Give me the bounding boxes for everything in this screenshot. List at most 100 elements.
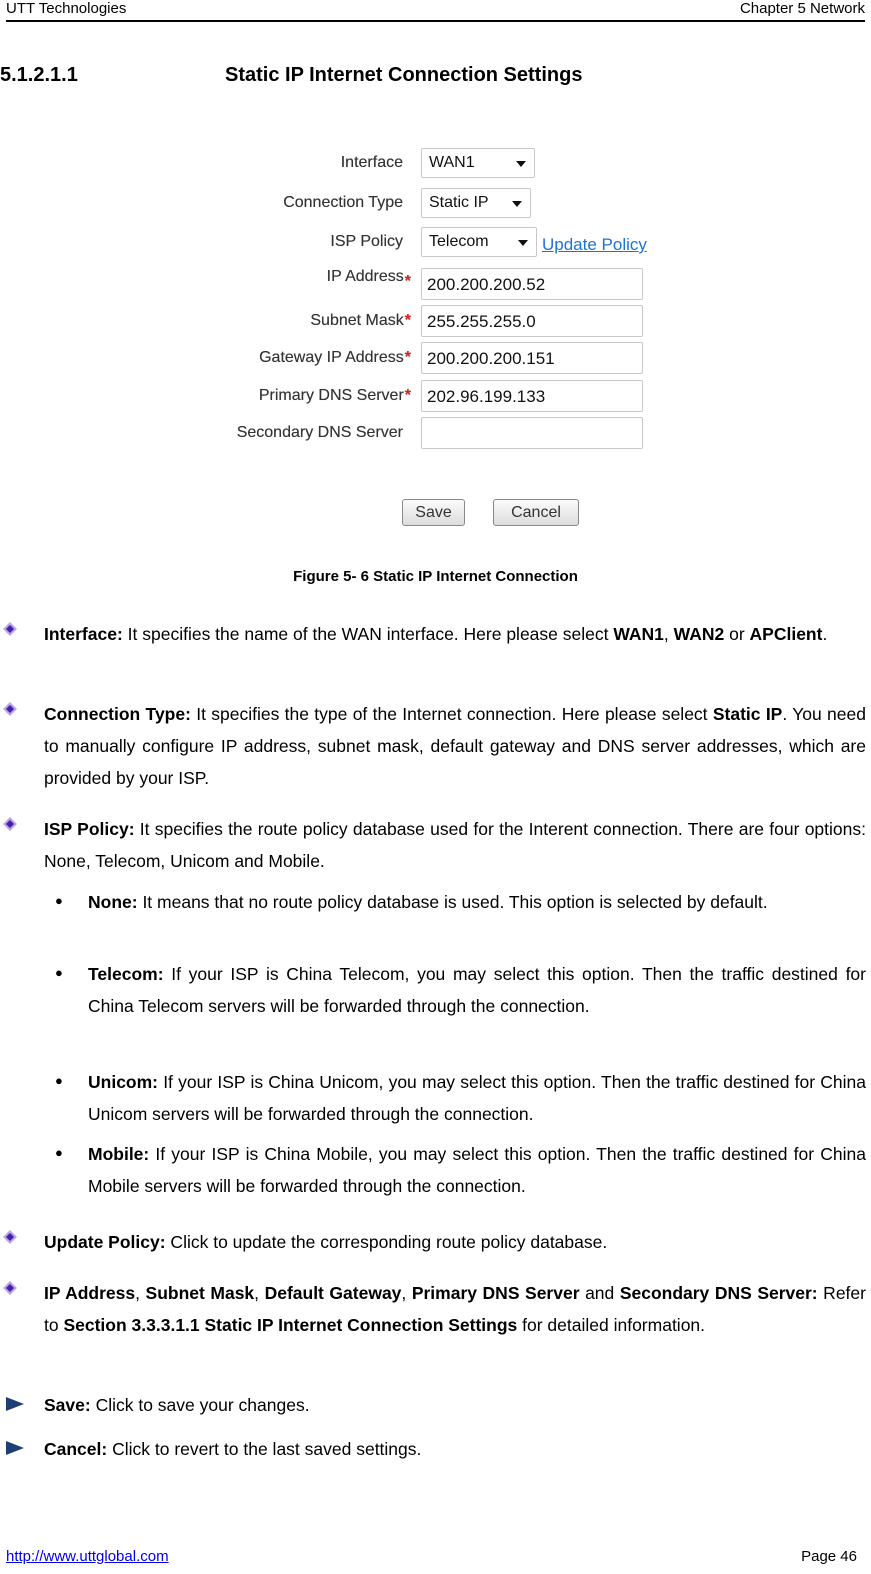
item-ip-fields: IP Address, Subnet Mask, Default Gateway… [44,1277,866,1341]
desc: It specifies the type of the Internet co… [190,704,713,724]
interface-select[interactable]: WAN1 [421,148,535,178]
chevron-down-icon [516,161,526,167]
page-number: Page 46 [801,1548,857,1565]
term: None: [88,892,138,912]
term: Update Policy: [44,1232,166,1252]
subnet-mask-input[interactable]: 255.255.255.0 [421,305,643,337]
bullet-dot: ● [55,893,63,908]
chevron-down-icon [512,201,522,207]
desc: It specifies the name of the WAN interfa… [122,624,614,644]
figure-caption: Figure 5- 6 Static IP Internet Connectio… [293,568,578,585]
required-asterisk: * [404,387,411,404]
primary-dns-input[interactable]: 202.96.199.133 [421,380,643,412]
desc: or [724,624,750,644]
term: Default Gateway [264,1283,402,1303]
desc: It specifies the route policy database u… [44,819,866,871]
ip-address-value: 200.200.200.52 [427,275,546,294]
primary-dns-label: Primary DNS Server* [259,387,411,405]
diamond-bullet-icon [3,817,17,831]
website-link[interactable]: http://www.uttglobal.com [6,1548,169,1565]
term: WAN1 [613,624,664,644]
ip-address-input[interactable]: 200.200.200.52 [421,268,643,300]
term: Subnet Mask [145,1283,255,1303]
item-update-policy: Update Policy: Click to update the corre… [44,1226,866,1258]
gateway-label-text: Gateway IP Address [259,349,404,366]
term: Interface: [44,624,123,644]
term: APClient [749,624,823,644]
option-none: None: It means that no route policy data… [88,886,866,918]
chevron-down-icon [518,240,528,246]
desc: . [822,624,828,644]
desc: Click to revert to the last saved settin… [107,1439,422,1459]
secondary-dns-input[interactable] [421,417,643,449]
term: ISP Policy: [44,819,135,839]
desc: If your ISP is China Telecom, you may se… [88,964,866,1016]
term: Mobile: [88,1144,150,1164]
item-interface: Interface: It specifies the name of the … [44,618,866,650]
term: Telecom: [88,964,164,984]
subnet-mask-value: 255.255.255.0 [427,312,536,331]
desc: and [579,1283,620,1303]
term: Unicom: [88,1072,158,1092]
item-cancel: Cancel: Click to revert to the last save… [44,1433,866,1465]
save-button[interactable]: Save [402,499,465,526]
desc: It means that no route policy database i… [137,892,768,912]
subnet-mask-label-text: Subnet Mask [310,312,404,329]
option-unicom: Unicom: If your ISP is China Unicom, you… [88,1066,866,1130]
diamond-bullet-icon [3,1230,17,1244]
term: Static IP [712,704,783,724]
item-save: Save: Click to save your changes. [44,1389,866,1421]
primary-dns-value: 202.96.199.133 [427,387,546,406]
bullet-dot: ● [55,965,63,980]
bullet-dot: ● [55,1073,63,1088]
interface-value: WAN1 [429,154,475,171]
ip-address-label: IP Address* [326,268,411,290]
desc: , [135,1283,146,1303]
gateway-input[interactable]: 200.200.200.151 [421,342,643,374]
term: Connection Type: [44,704,191,724]
gateway-label: Gateway IP Address* [259,349,411,367]
desc: Click to save your changes. [90,1395,310,1415]
desc: , [663,624,669,644]
connection-type-select[interactable]: Static IP [421,188,531,218]
ip-address-label-text: IP Address [326,268,404,285]
gateway-value: 200.200.200.151 [427,349,555,368]
desc: Click to update the corresponding route … [165,1232,608,1252]
desc: , [254,1283,265,1303]
interface-label: Interface [340,154,403,171]
item-isp-policy: ISP Policy: It specifies the route polic… [44,813,866,877]
option-telecom: Telecom: If your ISP is China Telecom, y… [88,958,866,1022]
diamond-bullet-icon [3,1281,17,1295]
required-asterisk: * [404,273,411,290]
isp-policy-value: Telecom [429,233,489,250]
option-mobile: Mobile: If your ISP is China Mobile, you… [88,1138,866,1202]
subnet-mask-label: Subnet Mask* [310,312,411,330]
diamond-bullet-icon [3,622,17,636]
diamond-bullet-icon [3,702,17,716]
item-connection-type: Connection Type: It specifies the type o… [44,698,866,794]
required-asterisk: * [404,312,411,329]
arrow-bullet-icon [6,1397,24,1411]
term: IP Address [44,1283,136,1303]
desc: for detailed information. [517,1315,706,1335]
term: Secondary DNS Server: [619,1283,818,1303]
arrow-bullet-icon [6,1441,24,1455]
primary-dns-label-text: Primary DNS Server [258,387,404,404]
isp-policy-label: ISP Policy [330,233,403,250]
term: Save: [44,1395,91,1415]
required-asterisk: * [404,349,411,366]
figure-static-ip-form: Interface WAN1 Connection Type Static IP… [0,0,871,560]
desc: If your ISP is China Mobile, you may sel… [88,1144,866,1196]
update-policy-link[interactable]: Update Policy [542,235,647,255]
term: Cancel: [44,1439,108,1459]
isp-policy-select[interactable]: Telecom [421,227,537,257]
desc: , [401,1283,412,1303]
cancel-button[interactable]: Cancel [493,499,579,526]
term: Primary DNS Server [411,1283,580,1303]
bullet-dot: ● [55,1145,63,1160]
connection-type-value: Static IP [429,194,489,211]
desc: If your ISP is China Unicom, you may sel… [88,1072,866,1124]
term: Section 3.3.3.1.1 Static IP Internet Con… [63,1315,518,1335]
term: WAN2 [673,624,725,644]
secondary-dns-label: Secondary DNS Server [236,424,403,441]
